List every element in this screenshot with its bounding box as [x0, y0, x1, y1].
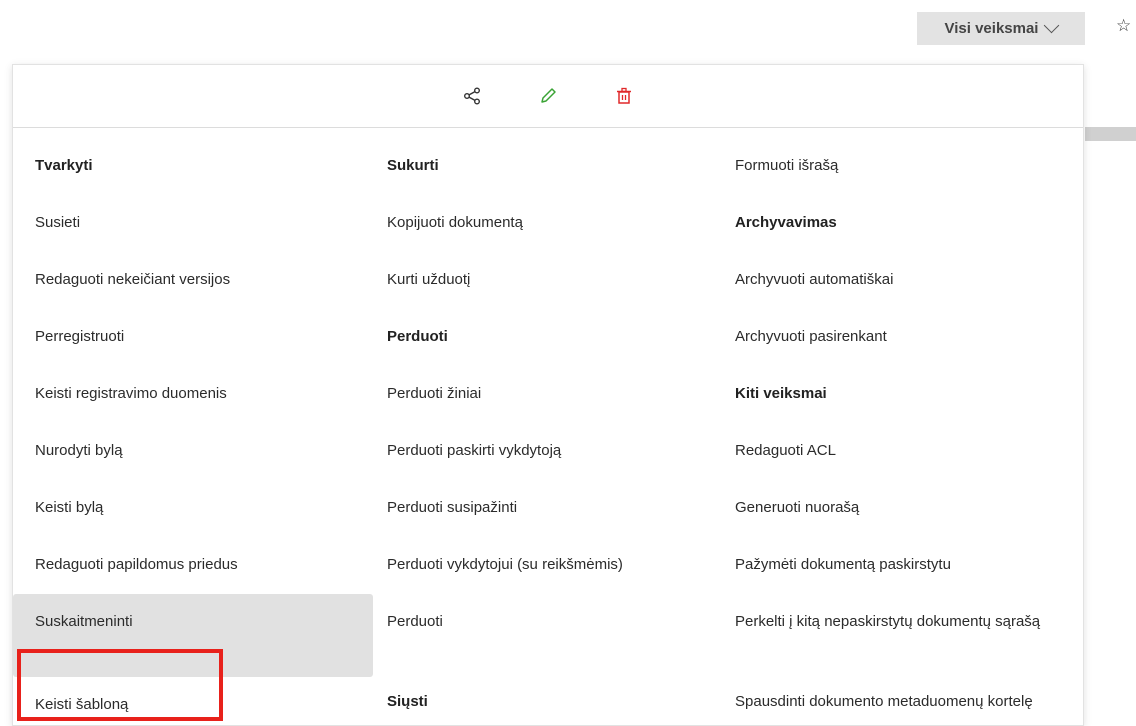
all-actions-button[interactable]: Visi veiksmai — [917, 12, 1085, 45]
menu-item[interactable]: Perkelti į kitą nepaskirstytų dokumentų … — [727, 594, 1083, 674]
menu-column-other: Formuoti išrašą Archyvavimas Archyvuoti … — [727, 138, 1083, 725]
background-divider — [1085, 127, 1136, 141]
quick-actions-bar — [13, 65, 1083, 128]
actions-dropdown-panel: Tvarkyti Susieti Redaguoti nekeičiant ve… — [12, 64, 1084, 726]
menu-item[interactable]: Perregistruoti — [13, 309, 372, 366]
menu-item-digitize[interactable]: Suskaitmeninti — [13, 594, 373, 677]
menu-heading: Kiti veiksmai — [735, 385, 827, 402]
menu-item[interactable]: Perduoti žiniai — [372, 366, 727, 423]
menu-item[interactable]: Redaguoti ACL — [727, 423, 1083, 480]
menu-heading: Siųsti — [387, 693, 428, 710]
menu-item[interactable]: Susieti — [13, 195, 372, 252]
menu-item[interactable]: Kopijuoti dokumentą — [372, 195, 727, 252]
menu-item[interactable]: Perduoti paskirti vykdytoją — [372, 423, 727, 480]
chevron-down-icon — [1044, 17, 1060, 34]
menu-item[interactable]: Redaguoti nekeičiant versijos — [13, 252, 372, 309]
menu-item[interactable]: Perduoti susipažinti — [372, 480, 727, 537]
menu-item[interactable]: Keisti bylą — [13, 480, 372, 537]
menu-item[interactable]: Archyvuoti pasirenkant — [727, 309, 1083, 366]
menu-item[interactable]: Pažymėti dokumentą paskirstytu — [727, 537, 1083, 594]
menu-item[interactable]: Keisti šabloną — [13, 677, 372, 725]
menu-item[interactable]: Generuoti nuorašą — [727, 480, 1083, 537]
pencil-icon[interactable] — [537, 85, 559, 107]
menu-column-manage: Tvarkyti Susieti Redaguoti nekeičiant ve… — [13, 138, 373, 725]
menu-column-create: Sukurti Kopijuoti dokumentą Kurti užduot… — [372, 138, 727, 725]
all-actions-label: Visi veiksmai — [944, 20, 1039, 37]
menu-heading: Sukurti — [387, 157, 439, 174]
share-icon[interactable] — [461, 85, 483, 107]
menu-item[interactable]: Kurti užduotį — [372, 252, 727, 309]
menu-item[interactable]: Nurodyti bylą — [13, 423, 372, 480]
menu-columns: Tvarkyti Susieti Redaguoti nekeičiant ve… — [13, 128, 1083, 725]
menu-item[interactable]: Archyvuoti automatiškai — [727, 252, 1083, 309]
trash-icon[interactable] — [613, 85, 635, 107]
star-icon[interactable]: ☆ — [1116, 16, 1131, 36]
menu-item[interactable]: Perduoti vykdytojui (su reikšmėmis) — [372, 537, 727, 594]
menu-heading: Tvarkyti — [35, 157, 93, 174]
menu-heading: Perduoti — [387, 328, 448, 345]
menu-item[interactable]: Spausdinti dokumento metaduomenų kortelę — [727, 674, 1083, 725]
menu-item[interactable]: Formuoti išrašą — [727, 138, 1083, 195]
menu-heading: Archyvavimas — [735, 214, 837, 231]
menu-item[interactable]: Keisti registravimo duomenis — [13, 366, 372, 423]
menu-item[interactable]: Redaguoti papildomus priedus — [13, 537, 372, 594]
menu-item[interactable]: Perduoti — [372, 594, 727, 674]
